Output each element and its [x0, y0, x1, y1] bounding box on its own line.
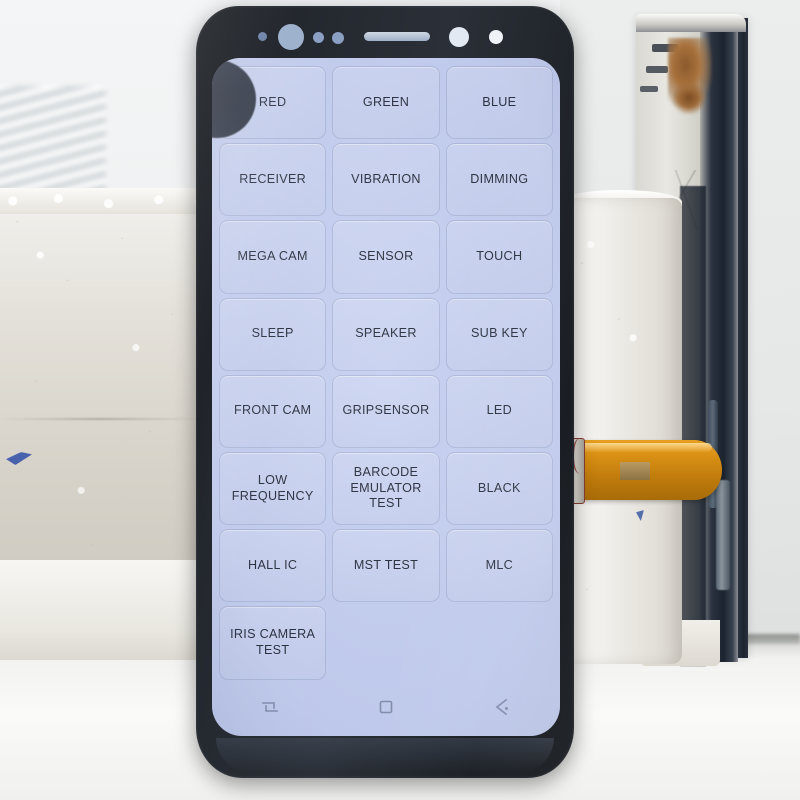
- test-button-gripsensor[interactable]: GRIPSENSOR: [332, 374, 440, 448]
- styrofoam-block-left-top: [0, 188, 218, 214]
- front-camera-icon: [449, 27, 469, 47]
- sensor-dot-1-icon: [313, 32, 324, 43]
- test-button-barcode-emulator-test[interactable]: BARCODE EMULATOR TEST: [332, 451, 440, 526]
- top-bezel-sensor-array: [196, 6, 574, 64]
- frame-side-button-2: [716, 480, 730, 590]
- test-button-iris-camera-test[interactable]: IRIS CAMERA TEST: [219, 606, 327, 680]
- frame-slot-3: [640, 86, 658, 92]
- test-button-mst-test[interactable]: MST TEST: [332, 529, 440, 603]
- sensor-dot-2-icon: [332, 32, 344, 44]
- phone-device: RED GREEN BLUE RECEIVER VIBRATION DIMMING MEGA…: [196, 6, 574, 778]
- test-button-sub-key[interactable]: SUB KEY: [445, 297, 553, 371]
- test-button-vibration[interactable]: VIBRATION: [332, 143, 440, 217]
- nav-bar-dot: [505, 707, 508, 710]
- styrofoam-crack: [0, 418, 200, 420]
- home-square-icon[interactable]: [369, 690, 403, 724]
- test-button-front-cam[interactable]: FRONT CAM: [219, 374, 327, 448]
- test-button-grid: RED GREEN BLUE RECEIVER VIBRATION DIMMING MEGA…: [212, 58, 560, 680]
- recents-icon[interactable]: [253, 690, 287, 724]
- frame-shadow-strip: [680, 186, 706, 666]
- test-button-low-frequency[interactable]: LOW FREQUENCY: [219, 451, 327, 526]
- test-button-hall-ic[interactable]: HALL IC: [219, 529, 327, 603]
- android-navigation-bar: [212, 678, 560, 736]
- test-button-dimming[interactable]: DIMMING: [445, 143, 553, 217]
- styrofoam-block-left: [0, 188, 218, 608]
- status-led-icon: [489, 30, 503, 44]
- proximity-sensor-icon: [258, 32, 267, 41]
- back-arrow-icon[interactable]: [485, 690, 519, 724]
- test-button-receiver[interactable]: RECEIVER: [219, 143, 327, 217]
- test-button-mlc[interactable]: MLC: [445, 529, 553, 603]
- test-button-sleep[interactable]: SLEEP: [219, 297, 327, 371]
- flex-cable-highlight: [580, 443, 712, 452]
- test-button-led[interactable]: LED: [445, 374, 553, 448]
- grid-cell-empty: [332, 606, 439, 679]
- test-button-touch[interactable]: TOUCH: [445, 220, 553, 294]
- test-button-sensor[interactable]: SENSOR: [332, 220, 440, 294]
- photo-scene: RED GREEN BLUE RECEIVER VIBRATION DIMMING MEGA…: [0, 0, 800, 800]
- frame-corrosion-stain-2: [672, 82, 706, 114]
- test-button-mega-cam[interactable]: MEGA CAM: [219, 220, 327, 294]
- grid-cell-empty: [446, 606, 553, 679]
- test-button-green[interactable]: GREEN: [332, 66, 440, 140]
- test-button-blue[interactable]: BLUE: [445, 66, 553, 140]
- earpiece-speaker-icon: [364, 32, 430, 41]
- styrofoam-cylinder-right: [560, 198, 682, 664]
- flex-cable-wire: [572, 438, 588, 474]
- test-button-black[interactable]: BLACK: [445, 451, 553, 526]
- phone-chin-reflection: [216, 738, 554, 772]
- phone-frame-top-cap: [636, 14, 746, 32]
- iris-scanner-icon: [278, 24, 304, 50]
- crumpled-tissue: [0, 86, 106, 196]
- flex-cable-contact-pad: [620, 462, 650, 480]
- frame-slot-2: [646, 66, 668, 73]
- phone-screen: RED GREEN BLUE RECEIVER VIBRATION DIMMING MEGA…: [212, 58, 560, 736]
- test-button-speaker[interactable]: SPEAKER: [332, 297, 440, 371]
